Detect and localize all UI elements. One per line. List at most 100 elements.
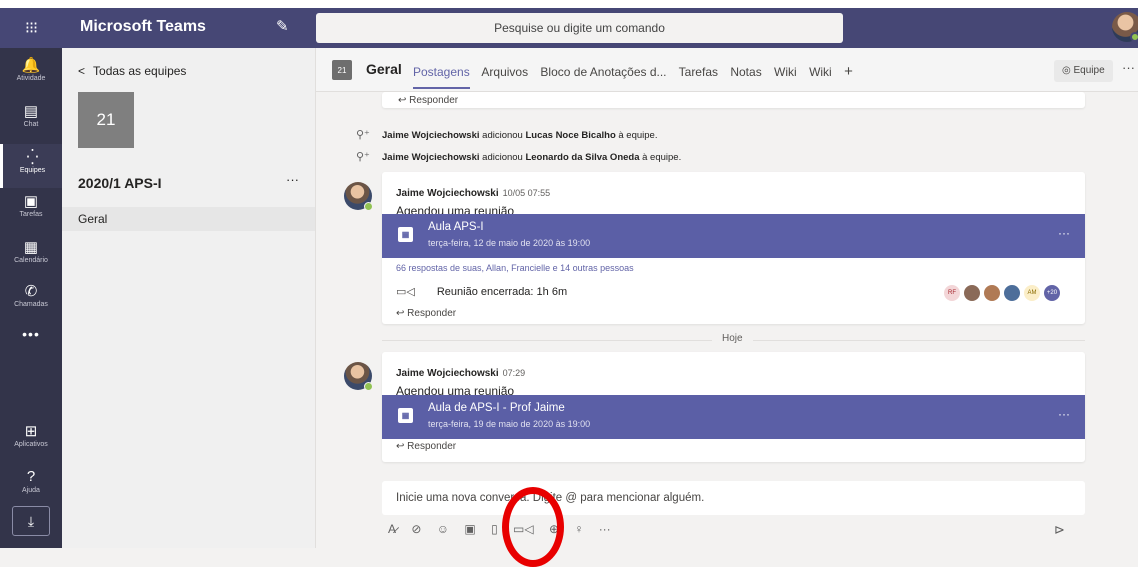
system-message: Jaime Wojciechowski adicionou Leonardo d… <box>382 152 681 163</box>
download-icon[interactable]: ⤓ <box>12 506 50 536</box>
channel-item-geral[interactable]: Geral <box>62 207 315 231</box>
author-avatar[interactable] <box>344 362 373 391</box>
post-header: Jaime Wojciechowski 10/05 07:55 Agendou u… <box>396 183 550 218</box>
header-more-button[interactable]: ··· <box>1122 60 1135 75</box>
channel-header: 21 Geral Postagens Arquivos Bloco de Ano… <box>316 48 1138 92</box>
send-icon[interactable]: ⊳ <box>1054 522 1065 538</box>
meeting-date: terça-feira, 19 de maio de 2020 às 19:00 <box>428 419 591 429</box>
replies-link[interactable]: 66 respostas de suas, Allan, Francielle … <box>396 263 634 273</box>
rail-label: Aplicativos <box>14 441 48 448</box>
team-name[interactable]: 2020/1 APS-I <box>78 175 162 191</box>
presence-icon <box>364 202 373 211</box>
rail-label: Tarefas <box>19 211 43 218</box>
meeting-ended: ▭◁ Reunião encerrada: 1h 6m <box>396 285 567 298</box>
search-input[interactable]: Pesquise ou digite um comando <box>316 13 843 43</box>
post-time: 07:29 <box>502 368 526 378</box>
participant-avatar[interactable] <box>1004 285 1020 301</box>
team-avatar-small: 21 <box>332 60 352 80</box>
more-apps-button[interactable]: ••• <box>0 326 62 342</box>
participant-avatar[interactable] <box>964 285 980 301</box>
tab-bar: Postagens Arquivos Bloco de Anotações d.… <box>413 63 862 89</box>
format-icon[interactable]: A̷ <box>388 522 396 536</box>
app-title: Microsoft Teams <box>80 18 206 35</box>
rail-label: Calendário <box>14 257 48 264</box>
previous-post-card <box>382 92 1085 108</box>
participant-avatar[interactable] <box>984 285 1000 301</box>
tab-notas[interactable]: Notas <box>730 65 761 79</box>
author-name[interactable]: Jaime Wojciechowski <box>396 188 499 199</box>
rail-item-apps[interactable]: ⊞ Aplicativos <box>0 418 62 462</box>
participant-avatar[interactable]: AM <box>1024 285 1040 301</box>
rail-label: Chamadas <box>14 301 48 308</box>
reply-button[interactable]: ↩ Responder <box>396 441 456 452</box>
rail-item-tasks[interactable]: ▣ Tarefas <box>0 188 62 232</box>
meeting-more-button[interactable]: ··· <box>1058 226 1070 240</box>
more-options-icon[interactable]: ··· <box>599 522 611 536</box>
meeting-title: Aula APS-I <box>428 221 484 233</box>
rail-item-calls[interactable]: ✆ Chamadas <box>0 278 62 322</box>
more-participants-badge[interactable]: +20 <box>1044 285 1060 301</box>
compose-icon[interactable]: ✎ <box>276 17 289 35</box>
rail-item-help[interactable]: ? Ajuda <box>0 464 62 508</box>
meeting-bar[interactable]: ▦ Aula de APS-I - Prof Jaime terça-feira… <box>382 395 1085 439</box>
compose-input[interactable]: Inicie uma nova conversa. Digite @ para … <box>382 481 1085 515</box>
emoji-icon[interactable]: ☺ <box>437 522 449 536</box>
target-name: Leonardo da Silva Oneda <box>525 152 640 163</box>
gif-icon[interactable]: ▣ <box>464 522 475 536</box>
tab-tarefas[interactable]: Tarefas <box>679 65 718 79</box>
calendar-icon: ▦ <box>398 408 413 423</box>
chevron-left-icon: < <box>78 64 86 78</box>
target-name: Lucas Noce Bicalho <box>525 130 616 141</box>
meeting-title: Aula de APS-I - Prof Jaime <box>428 402 565 414</box>
post-card: Jaime Wojciechowski 07:29 Agendou uma reu… <box>382 352 1085 462</box>
tab-wiki[interactable]: Wiki <box>774 65 797 79</box>
chat-icon: ▤ <box>23 103 39 120</box>
participant-avatar[interactable]: RF <box>944 285 960 301</box>
tab-bloco-de-anotacoes[interactable]: Bloco de Anotações d... <box>540 65 666 79</box>
team-more-button[interactable]: ··· <box>286 172 299 187</box>
participant-list: RF AM +20 <box>944 285 1060 301</box>
back-to-teams-link[interactable]: < Todas as equipes <box>78 64 186 78</box>
system-verb: adicionou <box>479 130 526 141</box>
reply-label: Responder <box>409 95 459 106</box>
back-label: Todas as equipes <box>93 64 187 78</box>
rail-item-calendar[interactable]: ▦ Calendário <box>0 234 62 278</box>
meeting-bar[interactable]: ▦ Aula APS-I terça-feira, 12 de maio de … <box>382 214 1085 258</box>
sticker-icon[interactable]: ▯ <box>491 522 498 536</box>
rail-label: Atividade <box>16 75 46 82</box>
team-button[interactable]: ◎ Equipe <box>1054 60 1113 82</box>
actor-name: Jaime Wojciechowski <box>382 130 480 141</box>
rail-item-chat[interactable]: ▤ Chat <box>0 98 62 142</box>
author-avatar[interactable] <box>344 182 373 211</box>
team-avatar: 21 <box>78 92 134 148</box>
tasks-icon: ▣ <box>23 193 39 210</box>
add-member-icon: ⚲⁺ <box>356 129 370 141</box>
attach-icon[interactable]: ⊘ <box>411 522 421 536</box>
presence-icon <box>364 382 373 391</box>
post-header: Jaime Wojciechowski 07:29 Agendou uma reu… <box>396 363 525 398</box>
reply-button[interactable]: ↩ Responder <box>398 95 458 106</box>
app-launcher-icon[interactable]: ⁝⁝⁝ <box>0 8 62 48</box>
calendar-icon: ▦ <box>23 239 39 256</box>
rail-label: Ajuda <box>22 487 40 494</box>
rail-item-activity[interactable]: 🔔 Atividade <box>0 52 62 96</box>
meeting-date: terça-feira, 12 de maio de 2020 às 19:00 <box>428 238 591 248</box>
system-verb: adicionou <box>479 152 526 163</box>
post-card: Jaime Wojciechowski 10/05 07:55 Agendou u… <box>382 172 1085 324</box>
tab-arquivos[interactable]: Arquivos <box>481 65 528 79</box>
add-tab-button[interactable]: + <box>844 63 853 80</box>
meeting-more-button[interactable]: ··· <box>1058 407 1070 421</box>
tab-postagens[interactable]: Postagens <box>413 65 470 89</box>
teams-icon: ⁛ <box>26 149 39 166</box>
apps-icon: ⊞ <box>24 423 38 440</box>
rail-item-teams[interactable]: ⁛ Equipes <box>0 144 62 188</box>
tab-wiki-2[interactable]: Wiki <box>809 65 832 79</box>
presence-icon <box>1130 32 1138 42</box>
author-name[interactable]: Jaime Wojciechowski <box>396 368 499 379</box>
help-icon: ? <box>26 468 36 485</box>
praise-icon[interactable]: ♀ <box>574 522 583 536</box>
post-time: 10/05 07:55 <box>502 188 551 198</box>
reply-button[interactable]: ↩ Responder <box>396 308 456 319</box>
system-rest: à equipe. <box>639 152 682 163</box>
reply-label: Responder <box>407 308 457 319</box>
